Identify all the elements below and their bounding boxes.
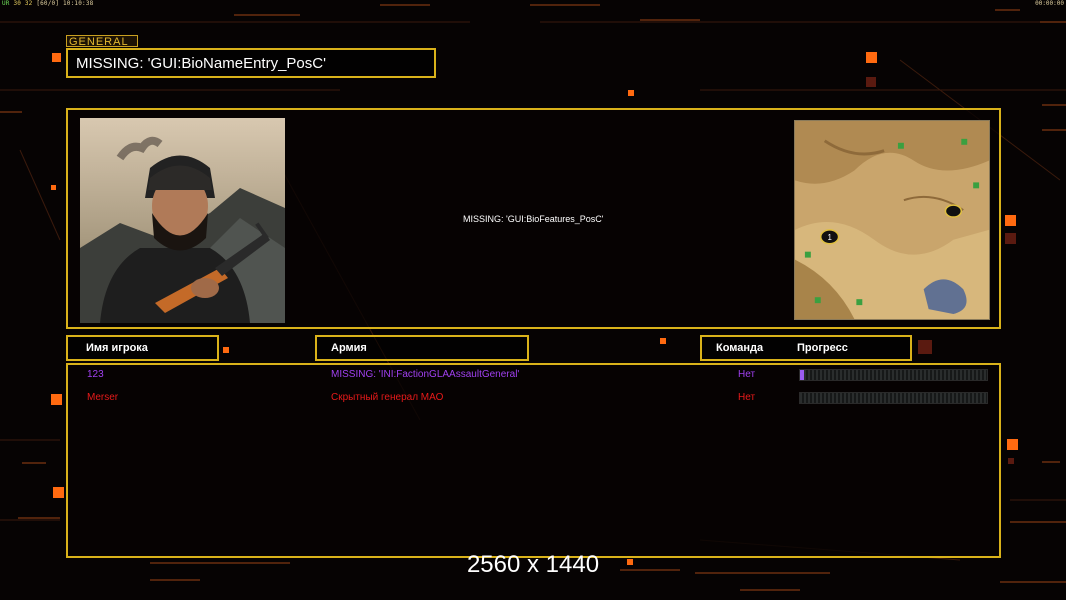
map-start-position[interactable] [944,204,963,218]
player-name: 123 [87,369,104,380]
column-header-player-name-label: Имя игрока [86,342,148,354]
hud-status-c: 32 [24,0,33,7]
general-label: GENERAL [66,35,138,48]
player-progress-bar [799,392,988,404]
hud-status-b: 30 [13,0,22,7]
player-team: Нет [738,392,756,403]
general-bio-features: MISSING: 'GUI:BioFeatures_PosC' [463,214,604,224]
player-team: Нет [738,369,756,380]
player-row: Merser Скрытный генерал МАО Нет [68,390,999,408]
map-start-position-label: 1 [827,233,832,242]
column-header-team-label: Команда [716,342,764,354]
column-header-progress-label: Прогресс [797,342,848,354]
player-progress-bar [799,369,988,381]
player-row: 123 MISSING: 'INI:FactionGLAAssaultGener… [68,367,999,385]
hud-status-a: UR [2,0,10,7]
resolution-label: 2560 x 1440 [466,551,600,578]
hud-status-readout: UR 30 32 [60/0] 10:10:38 [2,0,94,7]
player-progress-fill [800,370,804,380]
map-preview[interactable]: 1 [794,120,990,320]
player-army: MISSING: 'INI:FactionGLAAssaultGeneral' [331,369,520,380]
players-panel: 123 MISSING: 'INI:FactionGLAAssaultGener… [66,363,1001,558]
column-header-army-label: Армия [331,342,367,354]
general-name-box: MISSING: 'GUI:BioNameEntry_PosC' [66,48,436,78]
column-header-player-name: Имя игрока [66,335,219,361]
hud-status-d: [60/0] [36,0,60,7]
general-name: MISSING: 'GUI:BioNameEntry_PosC' [76,55,326,72]
column-header-army: Армия [315,335,529,361]
hud-clock: 10:10:38 [63,0,94,7]
hud-timer: 00:00:00 [1035,0,1064,7]
general-portrait [80,118,285,323]
player-army: Скрытный генерал МАО [331,392,444,403]
general-bio-panel: MISSING: 'GUI:BioFeatures_PosC' 1 [66,108,1001,329]
player-name: Merser [87,392,119,403]
column-header-team-progress: Команда Прогресс [700,335,912,361]
